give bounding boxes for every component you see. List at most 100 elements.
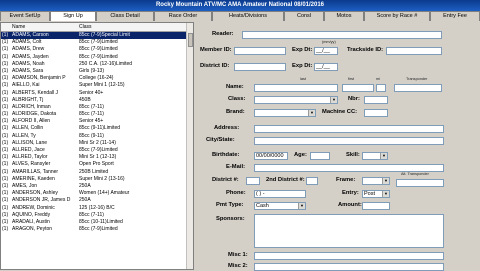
window-title: Rocky Mountain ATV/MC AMA Amateur Nation…: [0, 0, 480, 11]
entry-count: (1): [2, 103, 9, 110]
entry-count: (1): [2, 46, 9, 53]
tab-motos[interactable]: Motos: [324, 11, 364, 21]
chevron-down-icon: ▼: [298, 203, 305, 209]
list-item[interactable]: (1) ADAMS, Sara Girls (9-13): [1, 68, 193, 75]
last-name-input[interactable]: [254, 84, 338, 92]
tab-bar: Event SetUp Sign Up Class Detail Race Or…: [0, 11, 480, 21]
pmt-type-select[interactable]: Cash ▼: [254, 202, 306, 210]
list-item[interactable]: (1) ADAMS, Noah 250 C.A. (12-16)Limited: [1, 61, 193, 68]
list-item[interactable]: (1) ADAMS, Jayden 85cc (7-9)Limited: [1, 54, 193, 61]
address-input[interactable]: [254, 125, 444, 133]
amount-input[interactable]: [362, 202, 390, 210]
entry-select[interactable]: Post ▼: [362, 190, 390, 198]
list-scrollbar-thumb[interactable]: [188, 33, 193, 47]
phone-input[interactable]: ( ) -: [254, 190, 306, 198]
rider-name: AMES, Jon: [12, 182, 38, 189]
tab-entry-fee[interactable]: Entry Fee: [430, 11, 480, 21]
first-name-input[interactable]: [342, 84, 374, 92]
tab-score-by-race[interactable]: Score by Race #: [364, 11, 430, 21]
entry-count: (1): [2, 111, 9, 118]
column-header-count[interactable]: [1, 23, 11, 31]
list-item[interactable]: (1) ARADALI, Austin 85cc (10-11)Limited: [1, 219, 193, 226]
chevron-down-icon: ▼: [330, 97, 337, 103]
list-item[interactable]: (1) AQUINO, Freddy 85cc (7-11): [1, 212, 193, 219]
rider-class: 250A: [79, 182, 91, 189]
exp-dt2-input[interactable]: __/__: [314, 63, 338, 71]
entry-count: (1): [2, 82, 9, 89]
birthdate-label: Birthdate:: [212, 152, 240, 158]
rider-class: 85cc (7-11): [79, 103, 104, 110]
nbr-input[interactable]: [364, 96, 388, 104]
tab-class-detail[interactable]: Class Detail: [96, 11, 154, 21]
list-scrollbar[interactable]: [186, 23, 193, 269]
list-item[interactable]: (1) AMERINE, Kaeden Super Mini 2 (13-16): [1, 176, 193, 183]
class-select[interactable]: ▼: [254, 96, 338, 104]
list-item[interactable]: (1) ALLEN, Ty 85cc (9-11): [1, 133, 193, 140]
entry-count: (1): [2, 125, 9, 132]
rider-name: ADAMS, Noah: [12, 60, 45, 67]
rider-class: Senior 45+: [79, 118, 104, 125]
rider-name: ARAGON, Peyton: [12, 226, 53, 233]
misc1-input[interactable]: [254, 252, 444, 260]
rider-class: 450B: [79, 96, 91, 103]
skill-select[interactable]: ▼: [362, 152, 388, 160]
district-input[interactable]: [246, 177, 260, 185]
list-item[interactable]: (1) ADAMS, Colt 85cc (7-9)Limited: [1, 39, 193, 46]
list-item[interactable]: (1) ANDERSON, Ashley Women (14+) Amateur: [1, 190, 193, 197]
rider-name: ADAMS, Jayden: [12, 53, 49, 60]
name-first-caption: first: [348, 77, 355, 81]
list-item[interactable]: (1) ADAMS, Carson 85cc (7-9)Special Limit: [1, 32, 193, 40]
column-header-class[interactable]: Class: [77, 23, 183, 31]
middle-initial-input[interactable]: [376, 84, 386, 92]
tab-race-order[interactable]: Race Order: [154, 11, 212, 21]
frame-select[interactable]: ▼: [362, 177, 390, 185]
list-item[interactable]: (1) ALVES, Ransyler Open Pro Sport: [1, 161, 193, 168]
district-id-input[interactable]: [234, 63, 286, 71]
brand-select[interactable]: ▼: [254, 109, 316, 117]
member-id-input[interactable]: [234, 47, 286, 55]
list-item[interactable]: (1) ALFORD II, Allen Senior 45+: [1, 118, 193, 125]
list-item[interactable]: (1) ALLRED, Taylor Mini Sr 1 (12-13): [1, 154, 193, 161]
list-item[interactable]: (1) ALBERTS, Kendall J Senior 40+: [1, 90, 193, 97]
exp-dt-hint: (mm/yy): [322, 40, 336, 44]
list-item[interactable]: (1) ALDRICH, Inman 85cc (7-11): [1, 104, 193, 111]
list-item[interactable]: (1) AMES, Jon 250A: [1, 183, 193, 190]
list-item[interactable]: (1) ALLEN, Collin 85cc (9-11)Limited: [1, 125, 193, 132]
list-item[interactable]: (1) ALLISON, Lane Mini Sr 2 (11-14): [1, 140, 193, 147]
entry-count: (1): [2, 53, 9, 60]
tab-heats-divisions[interactable]: Heats/Divisions: [212, 11, 284, 21]
rider-class: 85cc (7-9)Limited: [79, 46, 118, 53]
birthdate-input[interactable]: 00/00/0000: [254, 152, 288, 160]
list-item[interactable]: (1) ADAMSON, Benjamin P College (16-24): [1, 75, 193, 82]
list-item[interactable]: (1) ALLRED, Jace 85cc (7-9)Limited: [1, 147, 193, 154]
age-input[interactable]: [310, 152, 330, 160]
machine-cc-input[interactable]: [364, 109, 388, 117]
exp-dt-input[interactable]: __/__: [314, 47, 338, 55]
transponder-input[interactable]: [394, 84, 442, 92]
email-input[interactable]: [254, 164, 444, 172]
sponsors-textarea[interactable]: [254, 214, 444, 248]
pmt-type-label: Pmt Type:: [216, 202, 244, 208]
city-state-input[interactable]: [254, 137, 444, 145]
skill-label: Skill:: [346, 152, 360, 158]
list-item[interactable]: (1) AMARILLAS, Tanner 250B Limited: [1, 169, 193, 176]
list-item[interactable]: (1) ANDERSON JR, James D 250A: [1, 197, 193, 204]
class-label: Class:: [228, 96, 246, 102]
list-item[interactable]: (1) AIELLO, Kai Super Mini 1 (12-15): [1, 82, 193, 89]
alt-transponder-input[interactable]: [396, 179, 444, 187]
list-item[interactable]: (1) ADAMS, Drew 85cc (7-9)Limited: [1, 46, 193, 53]
tab-event-setup[interactable]: Event SetUp: [0, 11, 50, 21]
list-item[interactable]: (1) ALBRIGHT, Tj 450B: [1, 97, 193, 104]
tab-sign-up[interactable]: Sign Up: [50, 11, 96, 21]
trackside-id-input[interactable]: [386, 47, 442, 55]
machine-cc-label: Machine CC:: [322, 109, 358, 115]
reader-input[interactable]: [242, 31, 442, 39]
list-item[interactable]: (1) ARAGON, Peyton 85cc (7-9)Limited: [1, 226, 193, 233]
rider-name: ALLISON, Lane: [12, 139, 48, 146]
rider-list[interactable]: Name Class (1) ADAMS, Carson 85cc (7-9)Spe…: [0, 22, 194, 270]
second-district-input[interactable]: [306, 177, 318, 185]
list-item[interactable]: (1) ANDREW, Dominic 125 (12-16) B/C: [1, 205, 193, 212]
tab-consl[interactable]: Consl: [284, 11, 324, 21]
column-header-name[interactable]: Name: [11, 23, 77, 31]
list-item[interactable]: (1) ALDRIDGE, Dakota 85cc (7-11): [1, 111, 193, 118]
